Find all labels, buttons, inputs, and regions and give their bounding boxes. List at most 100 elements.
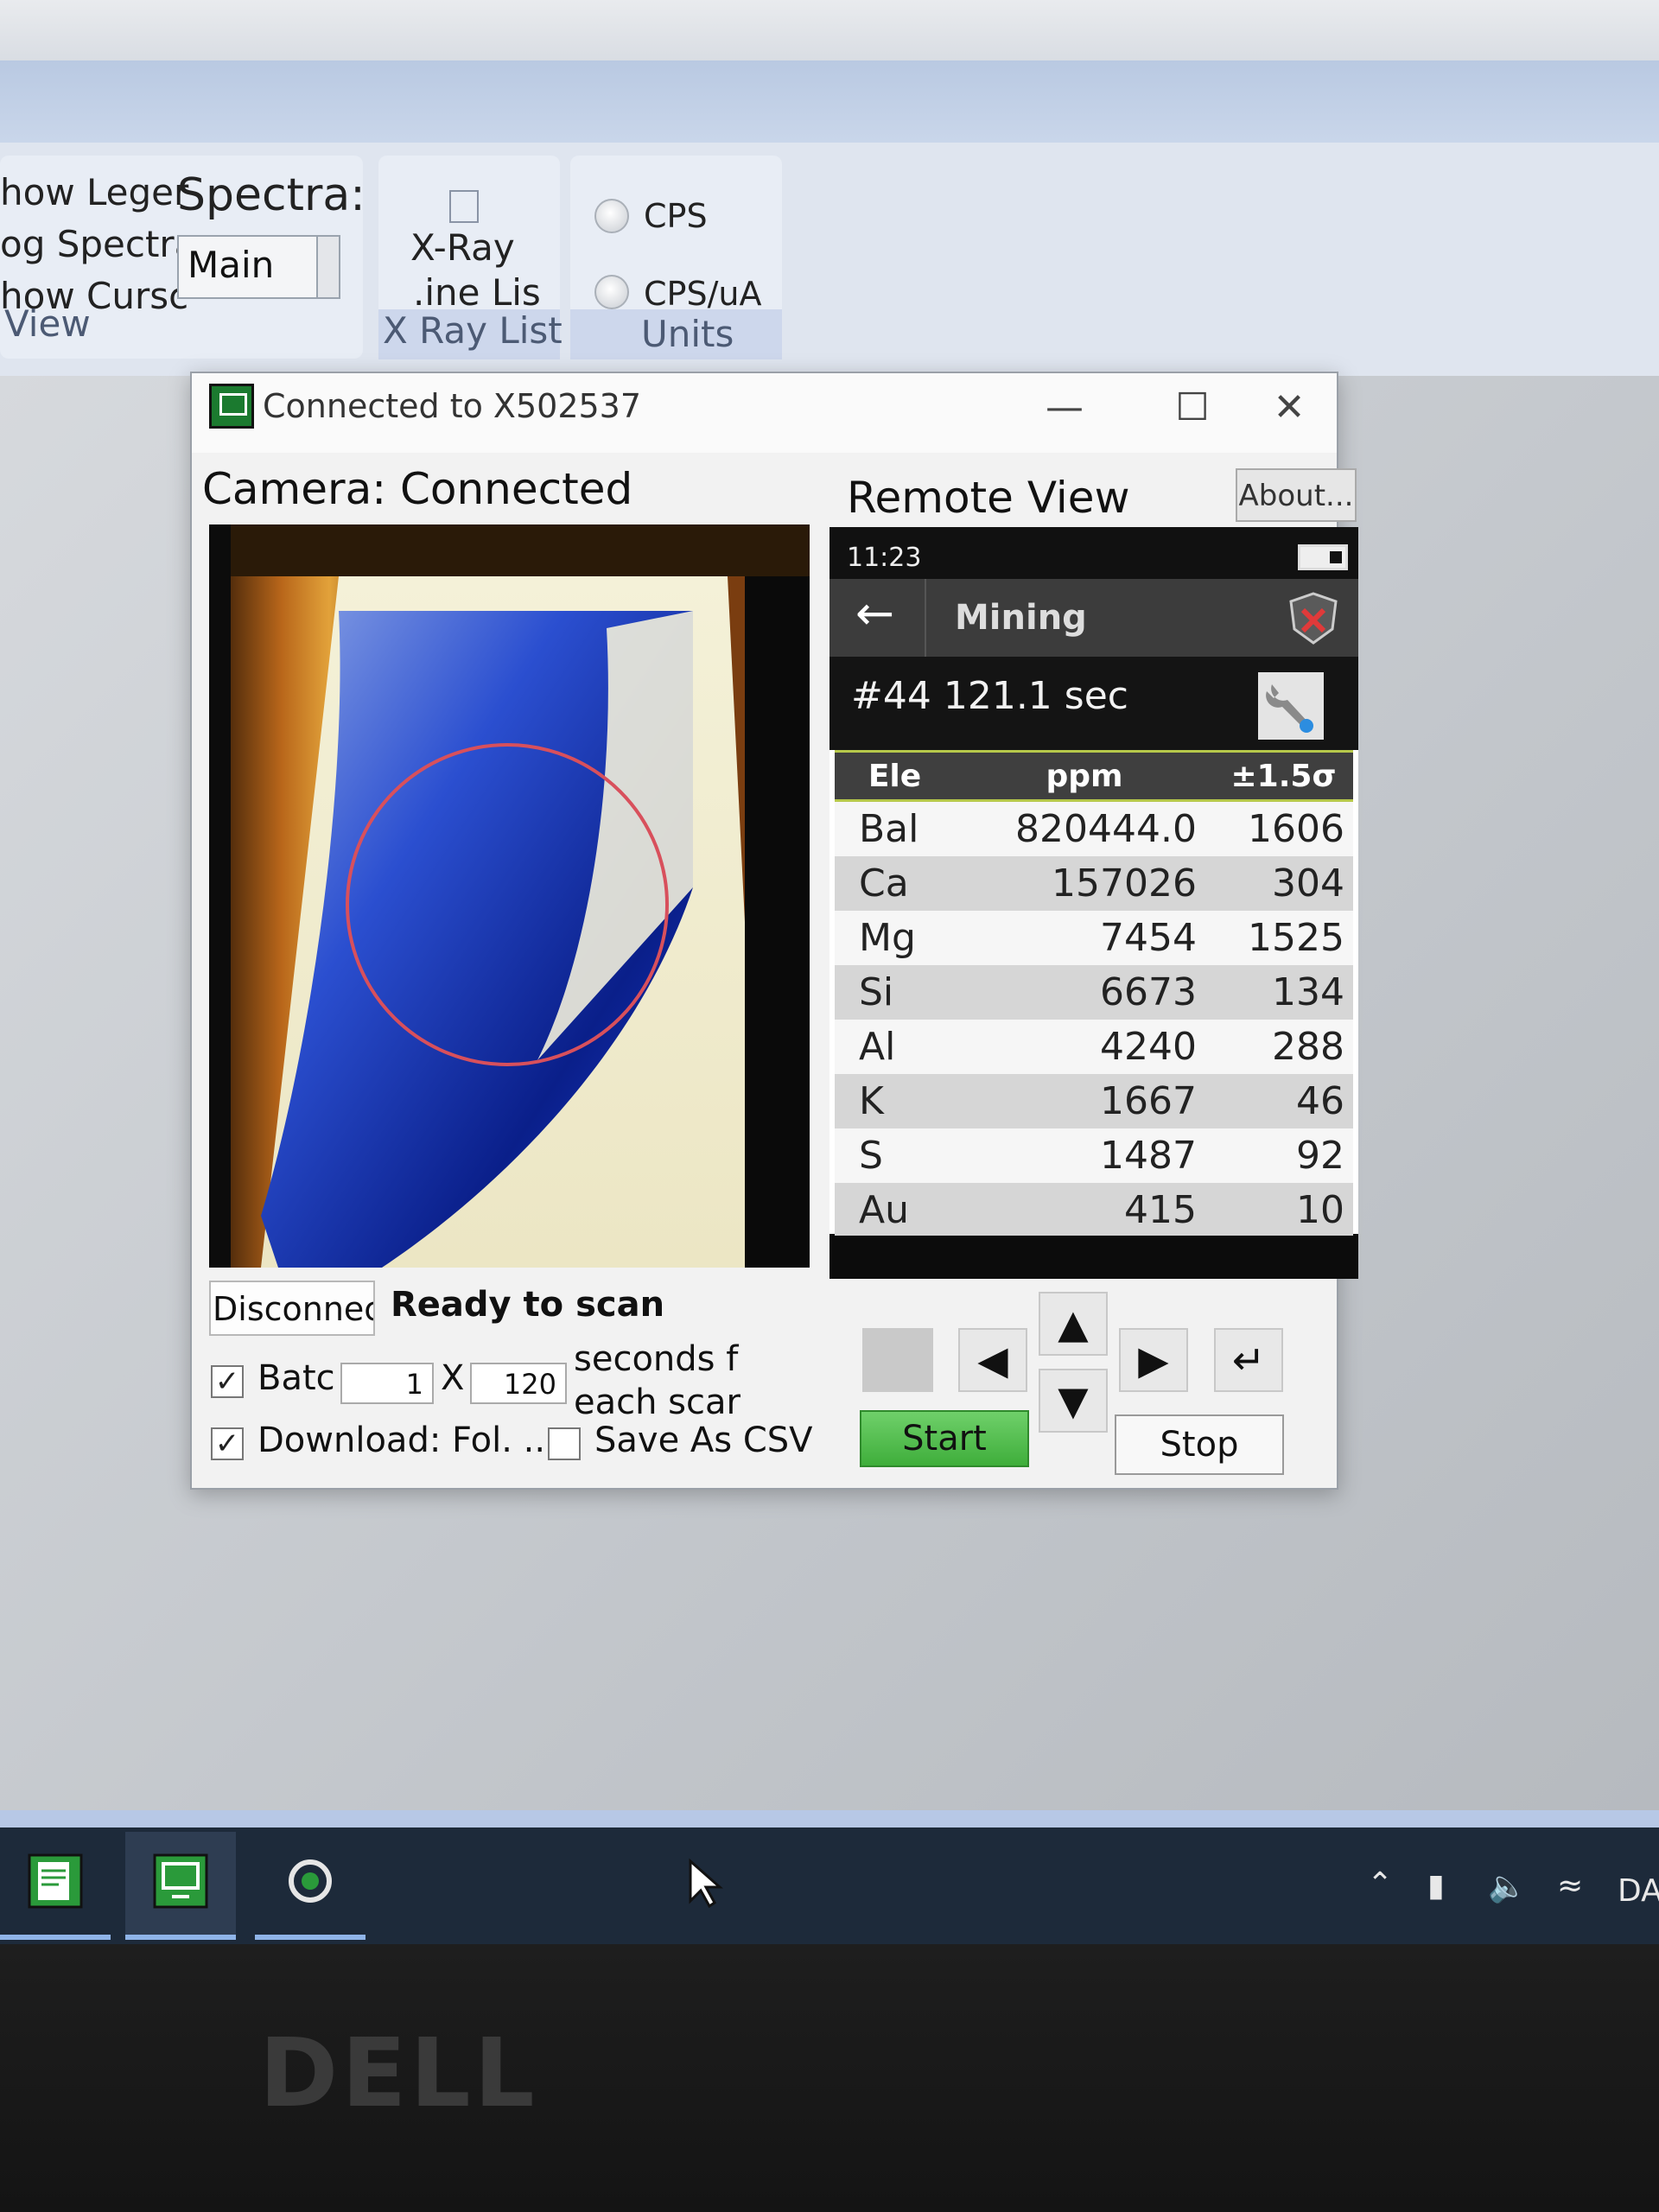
xray-list-icon bbox=[449, 190, 479, 223]
tray-text[interactable]: DA bbox=[1618, 1873, 1659, 1909]
tray-chevron-up-icon[interactable]: ⌃ bbox=[1367, 1866, 1393, 1902]
batch-count-input[interactable]: 1 bbox=[340, 1363, 434, 1404]
ribbon-tabs-band bbox=[0, 60, 1659, 143]
camera-status-label: Camera: Connected bbox=[202, 464, 633, 514]
battery-icon bbox=[1298, 544, 1348, 570]
spectra-select[interactable]: Main bbox=[177, 235, 340, 299]
device-time: 11:23 bbox=[847, 543, 922, 573]
disconnect-button[interactable]: Disconnect bbox=[209, 1281, 375, 1336]
ribbon-log-spectra[interactable]: og Spectra bbox=[0, 223, 196, 265]
error-cell: 134 bbox=[1214, 965, 1353, 1020]
ppm-cell: 1487 bbox=[955, 1128, 1214, 1183]
taskbar-app-remote[interactable] bbox=[125, 1832, 236, 1940]
units-cps-radio[interactable] bbox=[594, 199, 629, 233]
ppm-cell: 6673 bbox=[955, 965, 1214, 1020]
batch-label: Batc bbox=[257, 1358, 335, 1398]
seconds-input[interactable]: 120 bbox=[470, 1363, 567, 1404]
shield-x-icon[interactable] bbox=[1287, 591, 1339, 646]
error-cell: 288 bbox=[1214, 1020, 1353, 1074]
ribbon-show-legend[interactable]: how Leger bbox=[0, 171, 188, 213]
maximize-button[interactable]: ☐ bbox=[1166, 382, 1218, 434]
element-cell: Bal bbox=[835, 800, 955, 856]
device-app-bar: ← Mining bbox=[830, 579, 1358, 657]
arrow-down-button[interactable]: ▼ bbox=[1039, 1369, 1108, 1433]
app-monitor-icon bbox=[209, 384, 254, 429]
chevron-down-icon bbox=[316, 237, 339, 297]
scan-info: #44 121.1 sec bbox=[851, 674, 1128, 718]
taskbar-app-report[interactable] bbox=[0, 1832, 111, 1940]
ppm-cell: 415 bbox=[955, 1183, 1214, 1237]
table-row[interactable]: Ca 157026 304 bbox=[835, 856, 1353, 911]
element-cell: Si bbox=[835, 965, 955, 1020]
results-table: Ele ppm ±1.5σ Bal 820444.0 1606 Ca 157026 30… bbox=[835, 750, 1353, 1237]
dialog-titlebar[interactable]: Connected to X502537 — ☐ ✕ bbox=[192, 373, 1337, 453]
monitor-app-icon bbox=[153, 1853, 208, 1909]
enter-button[interactable]: ↵ bbox=[1214, 1328, 1283, 1392]
back-arrow-icon[interactable]: ← bbox=[855, 586, 894, 640]
device-status-bar: 11:23 bbox=[830, 527, 1358, 579]
units-cpsua-radio[interactable] bbox=[594, 275, 629, 309]
remote-view-label: Remote View bbox=[847, 473, 1130, 523]
element-cell: K bbox=[835, 1074, 955, 1128]
column-header-error[interactable]: ±1.5σ bbox=[1214, 750, 1353, 802]
report-app-icon bbox=[28, 1853, 83, 1909]
wrench-icon[interactable] bbox=[1258, 672, 1324, 740]
remote-device-screen[interactable]: 11:23 ← Mining #44 121.1 sec Ele ppm ±1.… bbox=[830, 527, 1358, 1279]
error-cell: 1525 bbox=[1214, 911, 1353, 965]
column-header-ppm[interactable]: ppm bbox=[955, 750, 1214, 802]
table-row[interactable]: Au 415 10 bbox=[835, 1183, 1353, 1237]
taskbar-app-sync[interactable] bbox=[255, 1832, 365, 1940]
mouse-cursor-icon bbox=[689, 1858, 723, 1909]
element-cell: S bbox=[835, 1128, 955, 1183]
error-cell: 1606 bbox=[1214, 800, 1353, 856]
column-header-ele[interactable]: Ele bbox=[835, 750, 955, 802]
camera-feed bbox=[209, 524, 810, 1268]
laptop-bezel bbox=[0, 1944, 1659, 2212]
error-cell: 46 bbox=[1214, 1074, 1353, 1128]
dell-logo: DELL bbox=[259, 2018, 538, 2128]
stop-button[interactable]: Stop bbox=[1115, 1414, 1284, 1475]
table-header: Ele ppm ±1.5σ bbox=[835, 750, 1353, 802]
arrow-up-button[interactable]: ▲ bbox=[1039, 1292, 1108, 1356]
table-row[interactable]: Mg 7454 1525 bbox=[835, 911, 1353, 965]
error-cell: 304 bbox=[1214, 856, 1353, 911]
element-cell: Au bbox=[835, 1183, 955, 1237]
table-row[interactable]: Bal 820444.0 1606 bbox=[835, 800, 1353, 856]
xray-line-list-button[interactable]: X-Ray bbox=[410, 226, 515, 269]
ribbon-group-title-xray: X Ray List bbox=[383, 309, 563, 352]
sync-app-icon bbox=[289, 1859, 332, 1903]
download-folder-label[interactable]: Download: Fol. ... bbox=[257, 1421, 556, 1460]
download-checkbox[interactable]: ✓ bbox=[211, 1427, 244, 1460]
table-row[interactable]: Si 6673 134 bbox=[835, 965, 1353, 1020]
ppm-cell: 820444.0 bbox=[955, 800, 1214, 856]
element-cell: Ca bbox=[835, 856, 955, 911]
minimize-button[interactable]: — bbox=[1039, 382, 1090, 434]
times-sign: X bbox=[441, 1358, 465, 1398]
table-row[interactable]: K 1667 46 bbox=[835, 1074, 1353, 1128]
device-app-title: Mining bbox=[955, 598, 1087, 638]
app-bar-divider bbox=[925, 579, 926, 657]
save-csv-checkbox[interactable] bbox=[548, 1427, 581, 1460]
tray-volume-icon[interactable]: 🔈 bbox=[1488, 1868, 1527, 1904]
tray-wifi-icon[interactable]: ≈ bbox=[1557, 1868, 1583, 1904]
blank-button bbox=[862, 1328, 933, 1392]
table-row[interactable]: Al 4240 288 bbox=[835, 1020, 1353, 1074]
seconds-text-line1: seconds f bbox=[574, 1339, 739, 1379]
units-cps-label: CPS bbox=[644, 197, 708, 235]
arrow-left-button[interactable]: ◀ bbox=[958, 1328, 1027, 1392]
tray-battery-icon[interactable]: ▮ bbox=[1427, 1868, 1445, 1904]
spectra-label: Spectra: bbox=[177, 169, 365, 221]
close-button[interactable]: ✕ bbox=[1263, 382, 1315, 434]
element-cell: Al bbox=[835, 1020, 955, 1074]
camera-image bbox=[209, 524, 810, 1268]
units-cpsua-label: CPS/uA bbox=[644, 275, 762, 313]
element-cell: Mg bbox=[835, 911, 955, 965]
table-row[interactable]: S 1487 92 bbox=[835, 1128, 1353, 1183]
taskbar-indicator bbox=[125, 1935, 236, 1940]
start-button[interactable]: Start bbox=[860, 1410, 1029, 1467]
connection-dialog: Connected to X502537 — ☐ ✕ Camera: Conne… bbox=[190, 372, 1358, 1490]
arrow-right-button[interactable]: ▶ bbox=[1119, 1328, 1188, 1392]
app-title-area bbox=[0, 0, 1659, 60]
about-button[interactable]: About... bbox=[1236, 468, 1357, 522]
batch-checkbox[interactable]: ✓ bbox=[211, 1365, 244, 1398]
